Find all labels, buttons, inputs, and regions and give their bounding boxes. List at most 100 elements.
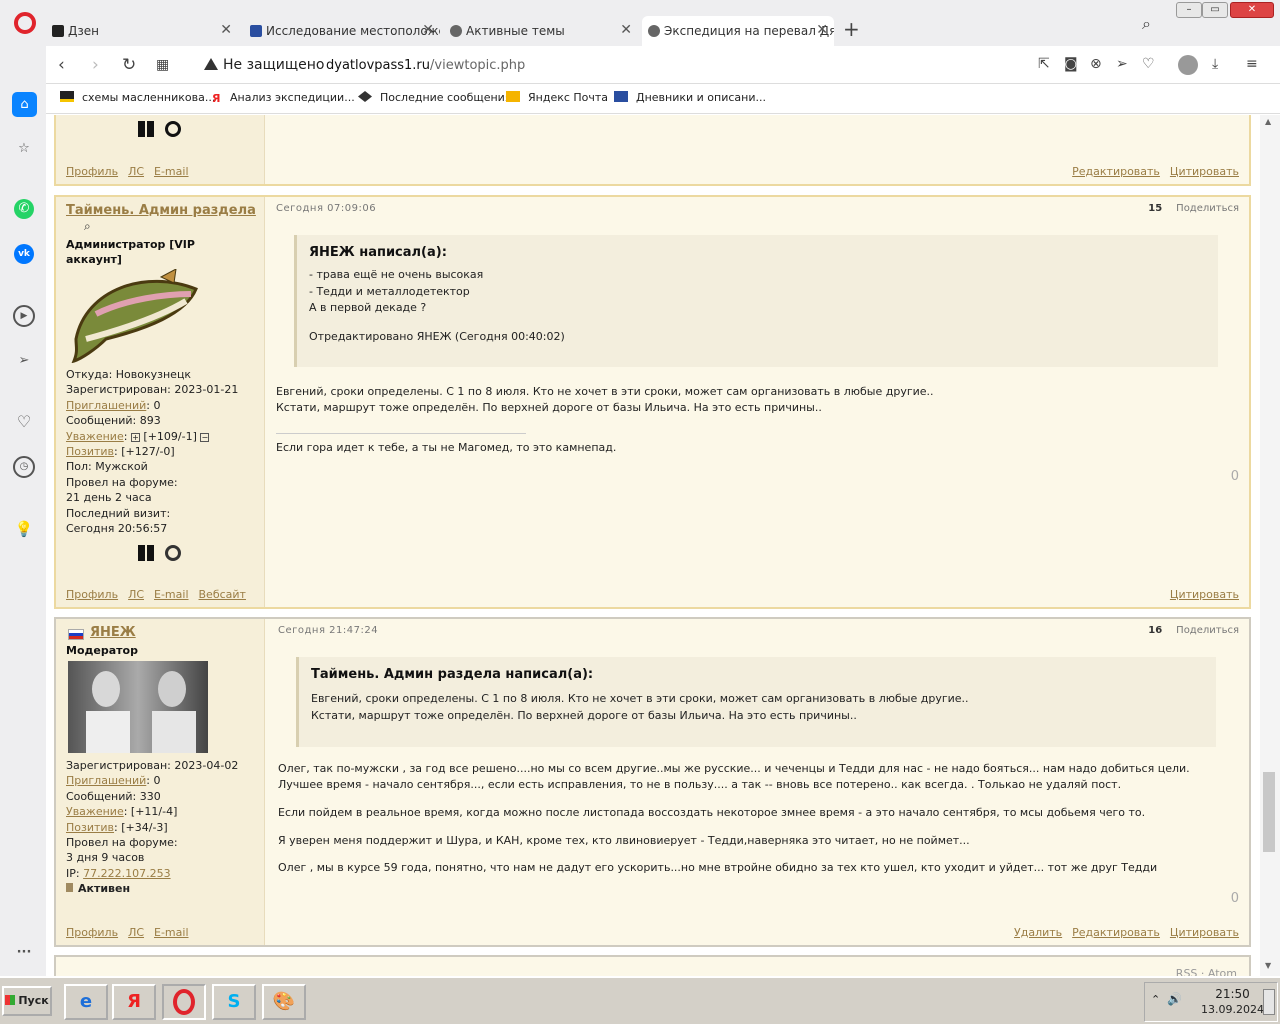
home-icon[interactable]: ⌂ <box>12 92 37 117</box>
send-icon[interactable]: ➢ <box>1116 56 1128 72</box>
tab-research[interactable]: Исследование местоположе ✕ <box>244 16 440 46</box>
bookmark-schemes[interactable]: схемы масленникова... <box>60 91 215 104</box>
positive-link[interactable]: Позитив <box>66 445 114 458</box>
search-user-icon[interactable]: ⌕ <box>84 219 91 234</box>
profile-avatar-icon[interactable] <box>1178 55 1198 75</box>
volume-icon[interactable]: 🔊 <box>1167 992 1182 1006</box>
respect-link[interactable]: Уважение <box>66 805 124 818</box>
signature: Если гора идет к тебе, а ты не Магомед, … <box>276 441 617 454</box>
respect-link[interactable]: Уважение <box>66 430 124 443</box>
bookmark-mail[interactable]: Яндекс Почта <box>506 91 608 104</box>
whatsapp-icon[interactable]: ✆ <box>14 199 34 219</box>
tab-expedition[interactable]: Экспедиция на перевал Дят ✕ <box>642 16 834 46</box>
quote-link[interactable]: Цитировать <box>1170 926 1239 939</box>
tab-dzen[interactable]: Дзен ✕ <box>46 16 238 46</box>
bookmark-analysis[interactable]: Я Анализ экспедиции... <box>212 91 355 105</box>
author-name[interactable]: ЯНЕЖ <box>90 625 136 640</box>
share-link[interactable]: Поделиться <box>1176 203 1239 214</box>
delete-link[interactable]: Удалить <box>1014 926 1062 939</box>
like-counter[interactable]: 0 <box>1231 891 1239 906</box>
send-icon[interactable]: ➢ <box>13 350 35 372</box>
email-link[interactable]: E-mail <box>154 926 189 939</box>
user-info: Зарегистрирован: 2023-04-02 Приглашений:… <box>66 759 239 896</box>
start-button[interactable]: Пуск <box>2 986 52 1016</box>
security-indicator[interactable]: Не защищено <box>204 57 324 73</box>
maximize-button[interactable]: ▭ <box>1202 2 1228 18</box>
download-icon[interactable]: ⤓ <box>1212 56 1218 72</box>
close-tab-icon[interactable]: ✕ <box>620 22 632 38</box>
heart-icon[interactable]: ♡ <box>1142 56 1155 72</box>
internet-explorer-icon[interactable]: e <box>64 984 108 1020</box>
forward-button[interactable]: › <box>92 55 99 75</box>
show-desktop-button[interactable] <box>1263 989 1275 1015</box>
quote-link[interactable]: Цитировать <box>1170 588 1239 601</box>
edit-link[interactable]: Редактировать <box>1072 926 1160 939</box>
like-counter[interactable]: 0 <box>1231 469 1239 484</box>
rss-link[interactable]: RSS <box>1176 967 1198 976</box>
positive-link[interactable]: Позитив <box>66 821 114 834</box>
pm-link[interactable]: ЛС <box>128 588 144 601</box>
close-tab-icon[interactable]: ✕ <box>816 22 828 38</box>
tab-active-topics[interactable]: Активные темы ✕ <box>444 16 638 46</box>
edit-link[interactable]: Редактировать <box>1072 165 1160 178</box>
pm-link[interactable]: ЛС <box>128 165 144 178</box>
tab-search-icon[interactable]: ⌕ <box>1142 14 1151 34</box>
minus-vote-icon[interactable]: − <box>200 432 210 442</box>
lightbulb-icon[interactable]: 💡 <box>13 518 35 540</box>
opera-taskbar-icon[interactable] <box>162 984 206 1020</box>
invites-link[interactable]: Приглашений <box>66 399 146 412</box>
share-link[interactable]: Поделиться <box>1176 625 1239 636</box>
atom-link[interactable]: Atom <box>1208 967 1237 976</box>
minimize-button[interactable]: – <box>1176 2 1202 18</box>
website-link[interactable]: Вебсайт <box>199 588 246 601</box>
bookmark-latest[interactable]: Последние сообщения <box>358 91 511 104</box>
opera-logo-icon[interactable] <box>14 12 36 34</box>
author-name[interactable]: Таймень. Админ раздела <box>66 203 256 218</box>
close-tab-icon[interactable]: ✕ <box>220 22 232 38</box>
vk-icon[interactable]: vk <box>14 244 34 264</box>
history-clock-icon[interactable]: ◷ <box>13 456 35 478</box>
vertical-scrollbar[interactable]: ▲ ▼ <box>1260 115 1280 976</box>
menu-icon[interactable]: ≡ <box>1246 56 1258 72</box>
close-window-button[interactable]: ✕ <box>1230 2 1274 18</box>
email-link[interactable]: E-mail <box>154 588 189 601</box>
scrollbar-thumb[interactable] <box>1263 772 1275 852</box>
quote-link[interactable]: Цитировать <box>1170 165 1239 178</box>
scroll-up-icon[interactable]: ▲ <box>1265 117 1271 126</box>
bookmarks-star-icon[interactable]: ☆ <box>13 138 35 160</box>
camera-icon[interactable]: ◙ <box>1064 56 1078 72</box>
plus-vote-icon[interactable]: + <box>130 432 140 442</box>
share-icon[interactable]: ⇱ <box>1038 56 1050 72</box>
player-icon[interactable]: ▶ <box>13 305 35 327</box>
post-text: Олег, так по-мужски , за год все решено.… <box>278 762 1190 791</box>
close-tab-icon[interactable]: ✕ <box>422 22 434 38</box>
invites-link[interactable]: Приглашений <box>66 774 146 787</box>
block-icon[interactable]: ⊗ <box>1090 56 1102 72</box>
pm-link[interactable]: ЛС <box>128 926 144 939</box>
profile-link[interactable]: Профиль <box>66 165 118 178</box>
bookmark-diaries[interactable]: Дневники и описани... <box>614 91 766 104</box>
reload-button[interactable]: ↻ <box>122 55 136 75</box>
profile-link[interactable]: Профиль <box>66 926 118 939</box>
paint-icon[interactable]: 🎨 <box>262 984 306 1020</box>
ip-link[interactable]: 77.222.107.253 <box>83 867 170 880</box>
profile-link[interactable]: Профиль <box>66 588 118 601</box>
tabs-grid-icon[interactable]: ▦ <box>156 57 169 73</box>
back-button[interactable]: ‹ <box>58 55 65 75</box>
forum-icon <box>358 91 372 102</box>
post-date[interactable]: Сегодня 07:09:06 <box>276 203 376 214</box>
scroll-down-icon[interactable]: ▼ <box>1265 961 1271 970</box>
url-field[interactable]: dyatlovpass1.ru/viewtopic.php <box>326 58 525 73</box>
post-date[interactable]: Сегодня 21:47:24 <box>278 625 378 636</box>
more-icon[interactable]: ··· <box>13 942 35 964</box>
yandex-browser-icon[interactable]: Я <box>112 984 156 1020</box>
new-tab-button[interactable]: + <box>843 17 860 41</box>
skype-icon[interactable]: S <box>212 984 256 1020</box>
taskbar: Пуск e Я S 🎨 ⌃ 🔊 21:50 13.09.2024 <box>0 976 1280 1024</box>
russia-flag-icon <box>68 629 84 640</box>
heart-icon[interactable]: ♡ <box>13 411 35 433</box>
signature-divider <box>276 433 526 434</box>
clock[interactable]: 21:50 13.09.2024 <box>1201 987 1264 1017</box>
tray-expand-icon[interactable]: ⌃ <box>1151 993 1160 1006</box>
email-link[interactable]: E-mail <box>154 165 189 178</box>
